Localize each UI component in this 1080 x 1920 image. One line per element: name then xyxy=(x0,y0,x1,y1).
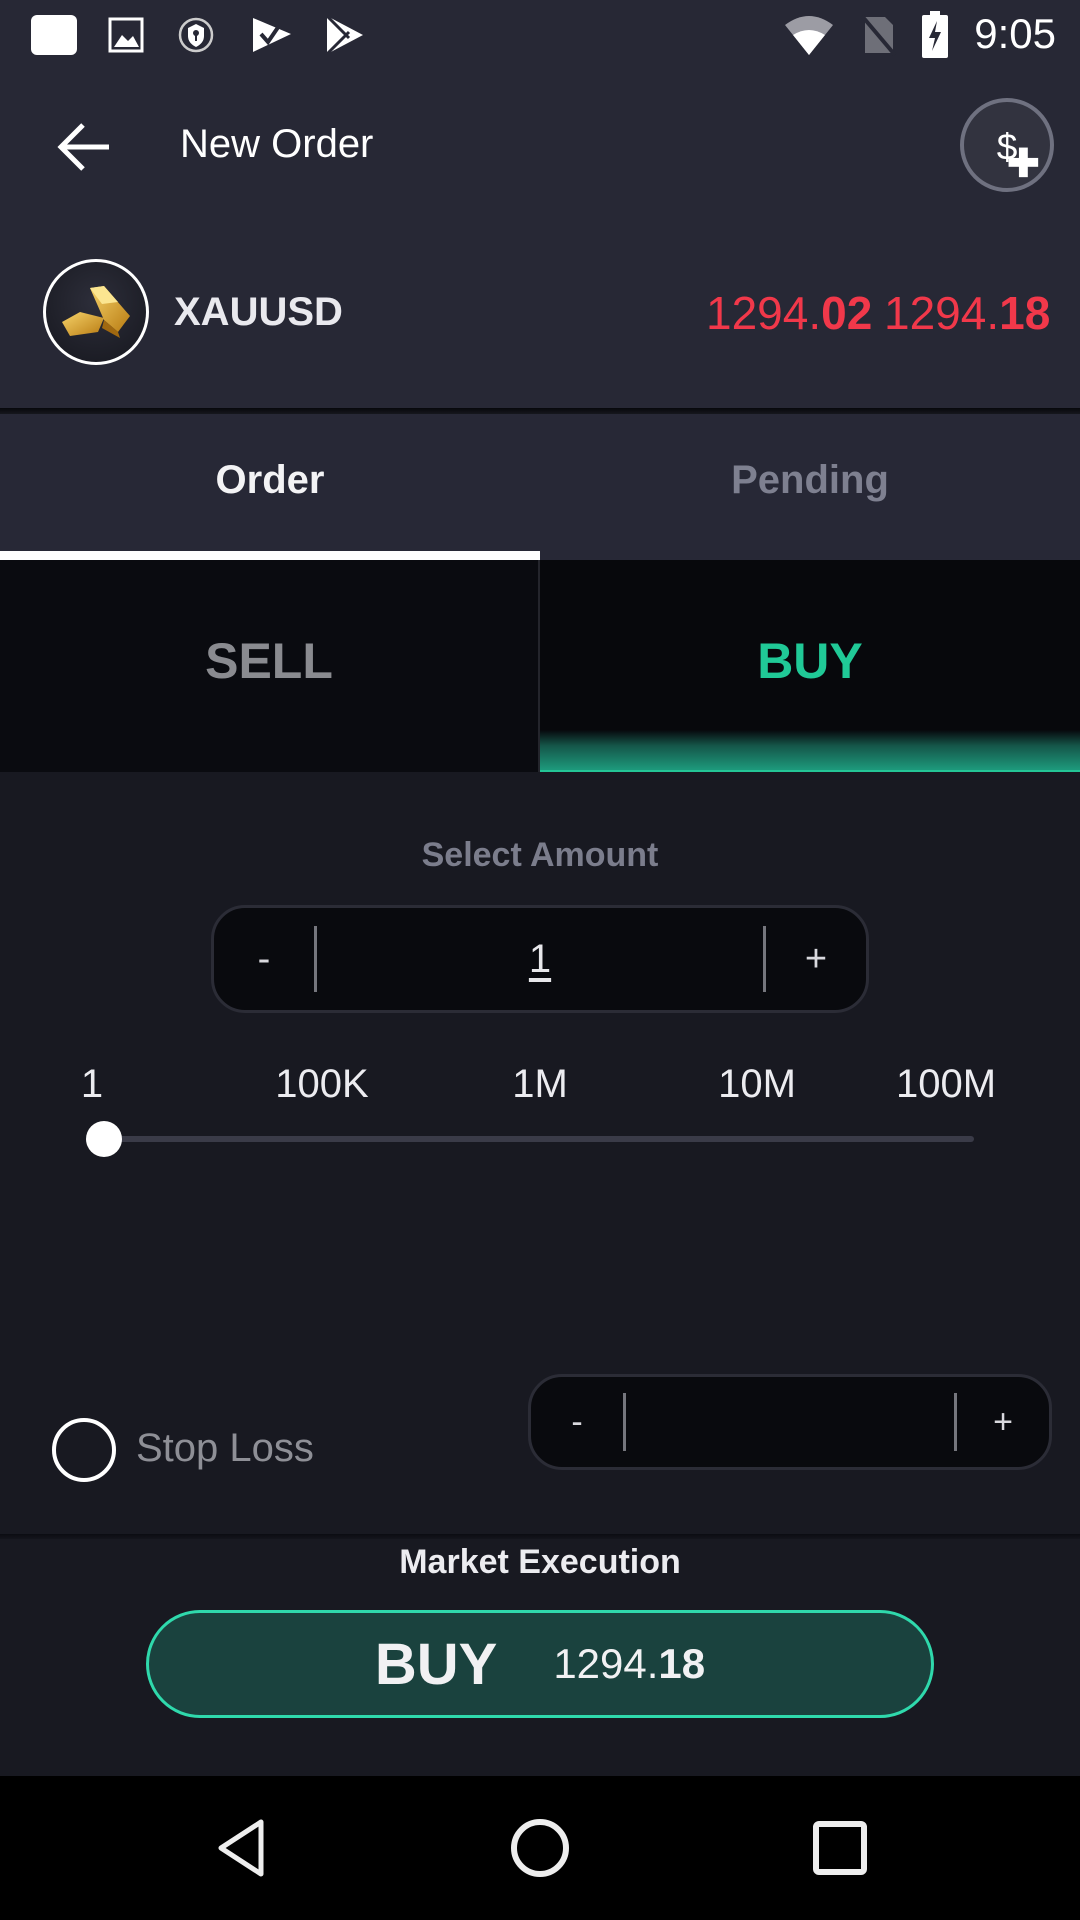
ask-price: 1294.18 xyxy=(884,286,1050,340)
play-store-icon xyxy=(322,14,366,56)
status-bar: 9:05 xyxy=(0,0,1080,72)
side-toggle: SELL BUY xyxy=(0,560,1080,772)
stop-loss-increment-button[interactable]: + xyxy=(957,1377,1049,1467)
tab-order-label: Order xyxy=(215,457,325,502)
slider-label[interactable]: 1 xyxy=(81,1062,103,1107)
add-funds-icon: $ xyxy=(997,126,1039,178)
bid-price-pips: 02 xyxy=(821,287,873,339)
nav-recents-button[interactable] xyxy=(795,1808,885,1888)
ask-price-main: 1294. xyxy=(884,287,1000,339)
order-tabs: Order Pending xyxy=(0,414,1080,560)
buy-toggle-button[interactable]: BUY xyxy=(540,560,1080,772)
task-check-icon xyxy=(250,14,294,56)
stop-loss-radio[interactable] xyxy=(52,1418,116,1482)
amount-slider-labels: 1 100K 1M 10M 100M xyxy=(0,1062,1080,1112)
amount-decrement-button[interactable]: - xyxy=(214,908,314,1010)
stop-loss-input[interactable] xyxy=(626,1377,954,1467)
select-amount-label: Select Amount xyxy=(421,836,659,874)
gallery-icon xyxy=(106,14,146,56)
buy-label: BUY xyxy=(757,633,863,689)
nav-back-icon xyxy=(218,1819,264,1877)
slider-label[interactable]: 1M xyxy=(512,1062,568,1107)
gold-bars-icon xyxy=(43,259,149,365)
slider-label[interactable]: 10M xyxy=(718,1062,796,1107)
market-execution-label: Market Execution xyxy=(399,1543,681,1581)
amount-increment-button[interactable]: + xyxy=(766,908,866,1010)
vpn-shield-icon xyxy=(176,14,216,56)
amount-stepper: - 1 + xyxy=(211,905,869,1013)
amount-slider-thumb[interactable] xyxy=(86,1121,122,1157)
instrument-header: XAUUSD 1294.02 1294.18 xyxy=(0,222,1080,408)
buy-selected-indicator xyxy=(540,730,1080,772)
notification-icon xyxy=(28,14,80,56)
buy-submit-button[interactable]: BUY 1294.18 xyxy=(146,1610,934,1718)
nav-back-button[interactable] xyxy=(196,1808,286,1888)
bid-price-main: 1294. xyxy=(706,287,822,339)
buy-submit-price-main: 1294. xyxy=(553,1640,659,1687)
sell-toggle-button[interactable]: SELL xyxy=(0,560,540,772)
stop-loss-label: Stop Loss xyxy=(136,1426,314,1470)
wifi-icon xyxy=(782,14,836,56)
back-button[interactable] xyxy=(50,112,120,182)
sell-label: SELL xyxy=(205,633,333,689)
battery-charging-icon xyxy=(920,11,950,58)
tab-order[interactable]: Order xyxy=(0,414,540,560)
slider-label[interactable]: 100K xyxy=(275,1062,368,1107)
stop-loss-decrement-button[interactable]: - xyxy=(531,1377,623,1467)
amount-input[interactable]: 1 xyxy=(317,908,763,1010)
amount-value: 1 xyxy=(528,936,552,981)
stop-loss-stepper: - + xyxy=(528,1374,1052,1470)
no-sim-icon xyxy=(858,14,898,57)
bid-price: 1294.02 xyxy=(706,286,872,340)
arrow-left-icon xyxy=(57,123,109,171)
buy-submit-price: 1294.18 xyxy=(553,1640,705,1688)
ask-price-pips: 18 xyxy=(999,287,1051,339)
page-title: New Order xyxy=(180,122,374,166)
add-funds-button[interactable]: $ xyxy=(960,98,1054,192)
app-bar: New Order $ xyxy=(0,72,1080,222)
buy-submit-price-pips: 18 xyxy=(658,1640,706,1687)
tab-pending[interactable]: Pending xyxy=(540,414,1080,560)
nav-home-button[interactable] xyxy=(495,1808,585,1888)
nav-home-icon xyxy=(511,1819,569,1877)
buy-submit-label: BUY xyxy=(374,1631,498,1697)
instrument-symbol: XAUUSD xyxy=(174,290,343,334)
nav-recents-icon xyxy=(813,1821,867,1875)
active-tab-indicator xyxy=(0,551,540,560)
status-time: 9:05 xyxy=(974,10,1056,57)
amount-slider-track[interactable] xyxy=(86,1121,974,1157)
section-divider xyxy=(0,1534,1080,1539)
system-nav-bar xyxy=(0,1776,1080,1920)
tab-pending-label: Pending xyxy=(731,457,889,502)
slider-label[interactable]: 100M xyxy=(896,1062,996,1107)
